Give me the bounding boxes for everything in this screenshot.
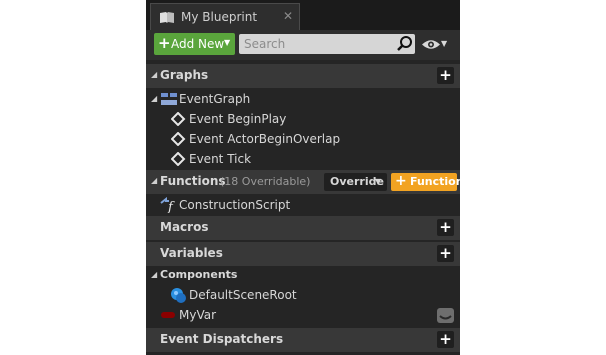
event-label: Event Tick [189,152,252,166]
list-item[interactable]: Event BeginPlay [146,109,460,129]
list-item[interactable]: MyVar [146,305,460,325]
svg-text:f: f [167,200,175,213]
expand-arrow-icon[interactable]: ◢ [151,70,157,79]
event-label: Event BeginPlay [189,112,287,126]
list-item[interactable]: Event Tick [146,149,460,169]
search-icon[interactable] [396,35,413,55]
list-item[interactable]: DefaultSceneRoot [146,285,460,305]
event-icon [170,111,187,129]
add-macro-button[interactable]: + [437,219,454,236]
tab-my-blueprint[interactable]: My Blueprint ✕ [150,3,300,30]
add-new-button[interactable]: + Add New ▼ [154,33,235,55]
add-event-dispatcher-button[interactable]: + [437,331,454,348]
function-label: ConstructionScript [179,198,291,212]
event-icon [170,131,187,149]
category-event-dispatchers[interactable]: Event Dispatchers + [146,328,460,352]
variable-type-pill-icon [161,312,175,318]
event-graph-item[interactable]: ◢ EventGraph [146,89,460,109]
my-blueprint-panel: My Blueprint ✕ + Add New ▼ Search ▼ ◢ Gr… [146,0,464,355]
close-icon[interactable]: ✕ [283,9,293,23]
category-title: Event Dispatchers [160,332,284,346]
category-variables[interactable]: Variables + [146,242,460,266]
event-graph-label: EventGraph [179,92,251,106]
category-graphs[interactable]: ◢ Graphs + [146,64,460,88]
add-variable-button[interactable]: + [437,245,454,262]
function-label: Function [410,175,464,188]
variable-label: MyVar [179,308,217,322]
override-dropdown[interactable]: Override ▼ [324,173,387,191]
event-icon [170,151,187,169]
category-title: Functions [160,174,226,188]
eye-icon[interactable] [421,38,441,54]
expand-arrow-icon[interactable]: ◢ [151,94,157,103]
add-new-label: Add New [171,37,225,51]
category-title: Graphs [160,68,209,82]
scene-component-icon [170,287,187,307]
category-title: Variables [160,246,223,260]
components-subcategory[interactable]: ◢ Components [146,265,460,285]
expand-arrow-icon[interactable]: ◢ [151,176,157,185]
add-graph-button[interactable]: + [437,67,454,84]
event-label: Event ActorBeginOverlap [189,132,341,146]
graph-icon [161,92,178,109]
list-item[interactable]: f ConstructionScript [146,195,460,215]
chevron-down-icon: ▼ [224,38,231,47]
search-placeholder: Search [244,37,286,51]
plus-icon: + [158,34,171,52]
tab-title: My Blueprint [181,10,258,24]
overridable-count: (18 Overridable) [220,175,311,188]
expand-arrow-icon[interactable]: ◢ [151,270,157,279]
list-item[interactable]: Event ActorBeginOverlap [146,129,460,149]
function-icon: f [160,196,178,216]
category-macros[interactable]: Macros + [146,216,460,240]
chevron-down-icon[interactable]: ▼ [441,39,447,48]
book-icon [159,11,175,27]
visibility-toggle-icon[interactable] [437,308,454,323]
toolbar: + Add New ▼ Search ▼ [146,30,460,60]
component-label: DefaultSceneRoot [189,288,297,302]
tab-bar: My Blueprint ✕ [146,0,460,30]
add-function-button[interactable]: + Function [391,173,464,191]
category-title: Macros [160,220,209,234]
category-functions[interactable]: ◢ Functions (18 Overridable) Override ▼ … [146,170,464,194]
subcategory-title: Components [160,268,238,281]
plus-icon: + [395,173,407,189]
chevron-down-icon: ▼ [375,177,382,186]
search-input[interactable]: Search [239,34,415,54]
